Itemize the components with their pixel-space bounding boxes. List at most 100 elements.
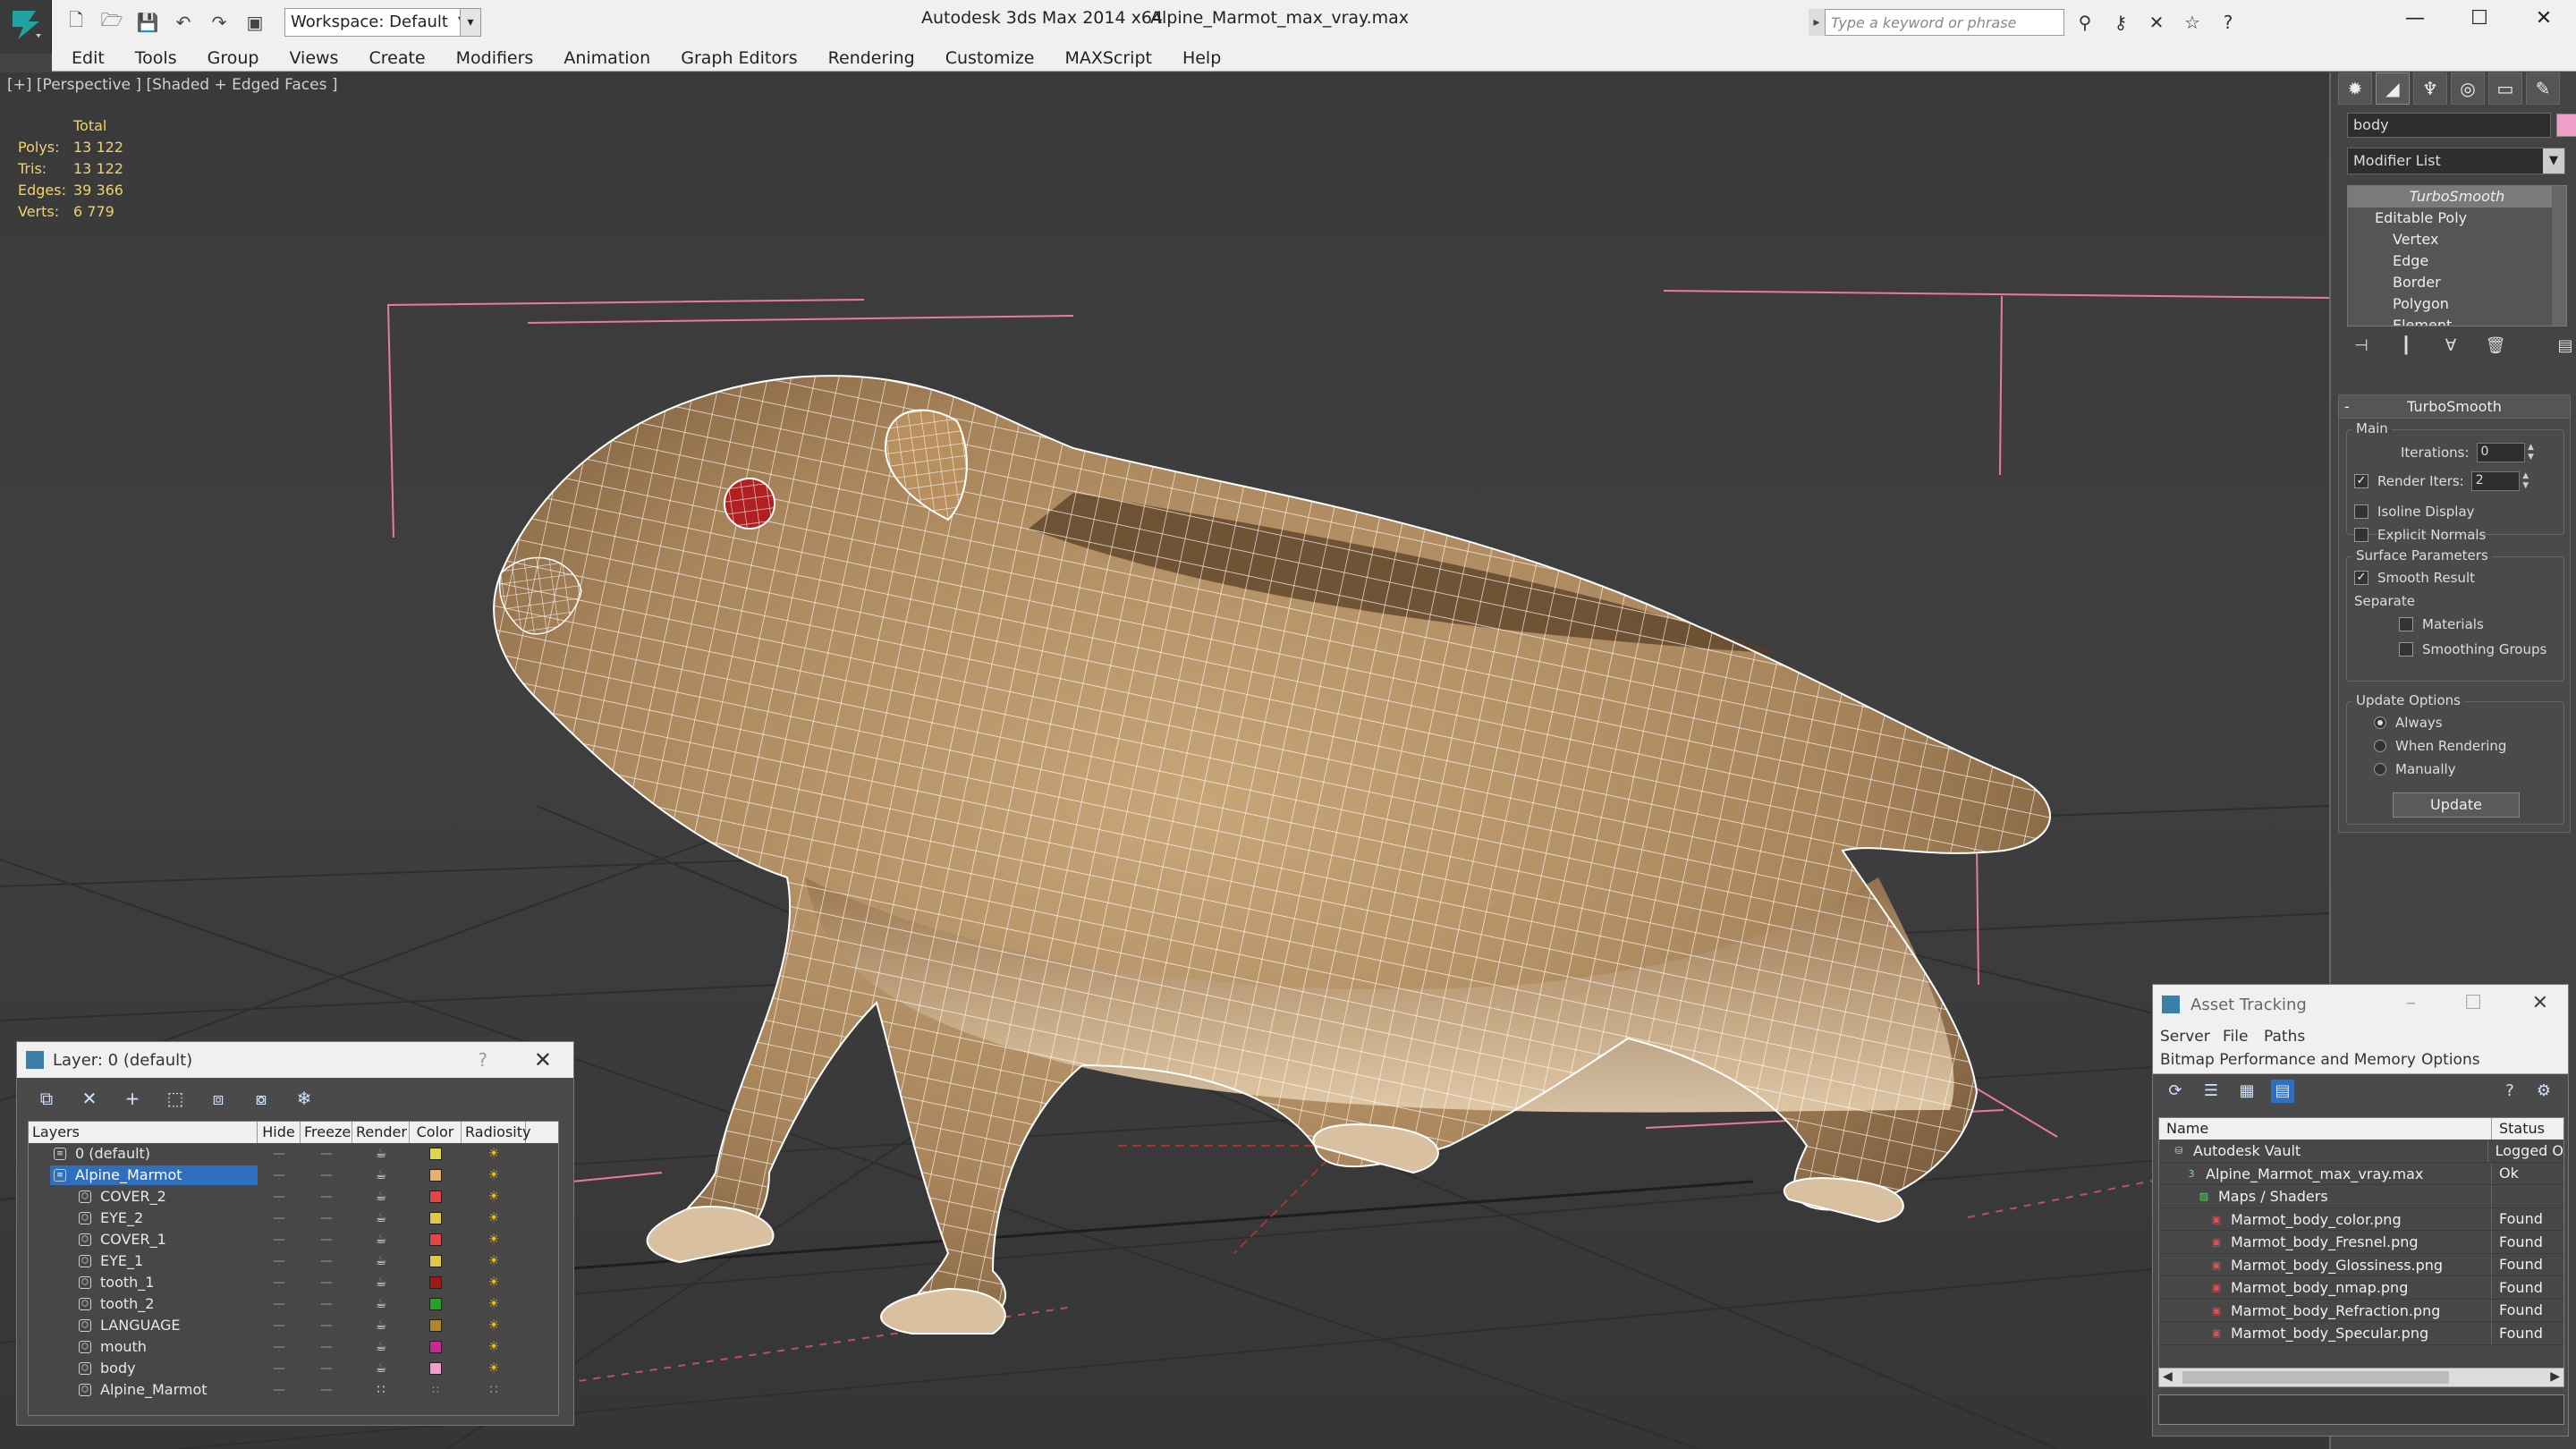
freeze-all-layers-icon[interactable]: ❄ [292, 1087, 316, 1110]
menu-group[interactable]: Group [208, 48, 259, 68]
hide-toggle[interactable]: — [258, 1254, 301, 1268]
asset-row[interactable]: 3 Alpine_Marmot_max_vray.max Ok [2159, 1162, 2563, 1185]
delete-layer-icon[interactable]: ✕ [78, 1087, 101, 1110]
hide-toggle[interactable]: — [258, 1211, 301, 1225]
column-header-name[interactable]: Name [2159, 1118, 2492, 1140]
render-teapot-icon[interactable]: ☕ [352, 1275, 410, 1290]
star-icon[interactable]: ☆ [2179, 9, 2206, 36]
close-icon[interactable]: ✕ [2532, 992, 2548, 1014]
open-file-icon[interactable]: 🗁 [98, 9, 125, 36]
column-header-hide[interactable]: Hide [258, 1122, 301, 1143]
layer-row[interactable]: ⬡ COVER_1— — ☕ ☀ [29, 1229, 558, 1250]
radiosity-icon[interactable]: ☀ [462, 1275, 526, 1290]
menu-bitmap-performance[interactable]: Bitmap Performance and Memory [2160, 1051, 2416, 1069]
make-unique-icon[interactable]: ∀ [2438, 334, 2463, 359]
menu-server[interactable]: Server [2160, 1028, 2210, 1046]
layer-name-cell[interactable]: ⬡ mouth [75, 1337, 258, 1357]
stack-scrollbar[interactable] [2552, 186, 2566, 326]
layer-name-cell[interactable]: ⬡ Alpine_Marmot [75, 1380, 258, 1400]
freeze-toggle[interactable]: — [301, 1168, 352, 1182]
stack-sub-border[interactable]: Border [2348, 272, 2566, 293]
binoculars-icon[interactable]: ⚲ [2072, 9, 2098, 36]
menu-paths[interactable]: Paths [2264, 1028, 2305, 1046]
add-to-layer-icon[interactable]: + [121, 1087, 144, 1110]
modify-tab-icon[interactable]: ◢ [2376, 72, 2410, 105]
layer-row[interactable]: ⬡ EYE_1— — ☕ ☀ [29, 1250, 558, 1272]
help-button[interactable]: ? [478, 1049, 487, 1071]
column-header-layers[interactable]: Layers [29, 1122, 258, 1143]
smooth-result-checkbox[interactable]: ✓ [2354, 571, 2368, 585]
freeze-toggle[interactable]: — [301, 1318, 352, 1333]
remove-modifier-icon[interactable]: 🗑 [2483, 334, 2508, 359]
thumbnail-view-icon[interactable]: ▦ [2235, 1080, 2258, 1103]
layer-row[interactable]: ⬡ tooth_2— — ☕ ☀ [29, 1293, 558, 1315]
highlight-layer-icon[interactable]: ⧈ [207, 1087, 230, 1110]
display-tab-icon[interactable]: ▭ [2488, 72, 2522, 105]
hide-toggle[interactable]: — [258, 1233, 301, 1247]
render-teapot-icon[interactable]: ☕ [352, 1190, 410, 1204]
layer-name-cell[interactable]: ⬡ tooth_1 [75, 1273, 258, 1292]
scroll-right-icon[interactable]: ▶ [2550, 1369, 2560, 1384]
layer-name-cell[interactable]: ⬡ EYE_1 [75, 1251, 258, 1271]
project-folder-icon[interactable]: ▣ [242, 9, 268, 36]
select-objects-icon[interactable]: ⬚ [164, 1087, 187, 1110]
hide-toggle[interactable]: — [258, 1190, 301, 1204]
hierarchy-tab-icon[interactable]: ♆ [2413, 72, 2447, 105]
iterations-spinner[interactable]: 0 [2476, 443, 2525, 462]
freeze-toggle[interactable]: — [301, 1254, 352, 1268]
minimize-button[interactable]: — [2383, 0, 2447, 38]
radiosity-icon[interactable]: ☀ [462, 1211, 526, 1225]
hide-toggle[interactable]: — [258, 1275, 301, 1290]
render-teapot-icon[interactable]: ∷ [352, 1383, 410, 1397]
layer-color-cell[interactable] [410, 1191, 462, 1203]
asset-row[interactable]: ▣ Marmot_body_Fresnel.png Found [2159, 1231, 2563, 1254]
menu-graph-editors[interactable]: Graph Editors [681, 48, 797, 68]
layer-color-cell[interactable] [410, 1298, 462, 1310]
new-file-icon[interactable]: 🗋 [63, 9, 89, 36]
hide-toggle[interactable]: — [258, 1361, 301, 1376]
smoothing-groups-checkbox[interactable] [2399, 642, 2413, 657]
hide-toggle[interactable]: — [258, 1383, 301, 1397]
stack-sub-edge[interactable]: Edge [2348, 250, 2566, 272]
column-header-status[interactable]: Status [2492, 1118, 2552, 1140]
spinner-arrows-icon[interactable]: ▲ ▼ [2525, 443, 2538, 462]
exchange-icon[interactable]: ✕ [2143, 9, 2170, 36]
list-view-icon[interactable]: ☰ [2199, 1080, 2223, 1103]
manually-radio[interactable] [2374, 763, 2386, 775]
menu-modifiers[interactable]: Modifiers [456, 48, 534, 68]
settings-icon[interactable]: ⚙ [2532, 1080, 2555, 1103]
asset-row[interactable]: ▣ Marmot_body_nmap.png Found [2159, 1276, 2563, 1300]
layer-color-cell[interactable] [410, 1148, 462, 1160]
layer-name-cell[interactable]: ⬡ body [75, 1359, 258, 1378]
app-menu-button[interactable] [0, 0, 52, 54]
layer-row[interactable]: ⬡ LANGUAGE — — ☕ ☀ [29, 1315, 558, 1336]
render-teapot-icon[interactable]: ☕ [352, 1361, 410, 1376]
viewport-label[interactable]: [+] [Perspective ] [Shaded + Edged Faces… [7, 76, 337, 94]
key-icon[interactable]: ⚷ [2107, 9, 2134, 36]
rollout-header[interactable]: - TurboSmooth [2339, 395, 2570, 419]
close-button[interactable]: ✕ [2512, 0, 2576, 38]
freeze-toggle[interactable]: — [301, 1211, 352, 1225]
menu-customize[interactable]: Customize [945, 48, 1035, 68]
column-header-radiosity[interactable]: Radiosity [462, 1122, 530, 1143]
radiosity-icon[interactable]: ☀ [462, 1340, 526, 1354]
stack-sub-vertex[interactable]: Vertex [2348, 229, 2566, 250]
scroll-thumb[interactable] [2182, 1371, 2449, 1384]
asset-row[interactable]: ▣ Marmot_body_Refraction.png Found [2159, 1299, 2563, 1322]
layer-name-cell[interactable]: ⬡ EYE_2 [75, 1208, 258, 1228]
freeze-toggle[interactable]: — [301, 1233, 352, 1247]
layer-name-cell[interactable]: ⬡ LANGUAGE [75, 1316, 258, 1335]
menu-tools[interactable]: Tools [135, 48, 177, 68]
layer-name-cell[interactable]: ⬡ tooth_2 [75, 1294, 258, 1314]
layer-row[interactable]: ⬡ COVER_2— — ☕ ☀ [29, 1186, 558, 1208]
radiosity-icon[interactable]: ☀ [462, 1318, 526, 1333]
maximize-icon[interactable]: ☐ [2464, 992, 2482, 1014]
configure-sets-icon[interactable]: ▤ [2553, 334, 2576, 359]
layer-name-cell[interactable]: ⬡ COVER_2 [75, 1187, 258, 1207]
materials-checkbox[interactable] [2399, 617, 2413, 631]
layer-color-cell[interactable] [410, 1276, 462, 1289]
undo-icon[interactable]: ↶ [170, 9, 197, 36]
layer-color-cell[interactable] [410, 1362, 462, 1375]
column-header-render[interactable]: Render [352, 1122, 410, 1143]
stack-item-editable-poly[interactable]: Editable Poly [2348, 208, 2566, 229]
